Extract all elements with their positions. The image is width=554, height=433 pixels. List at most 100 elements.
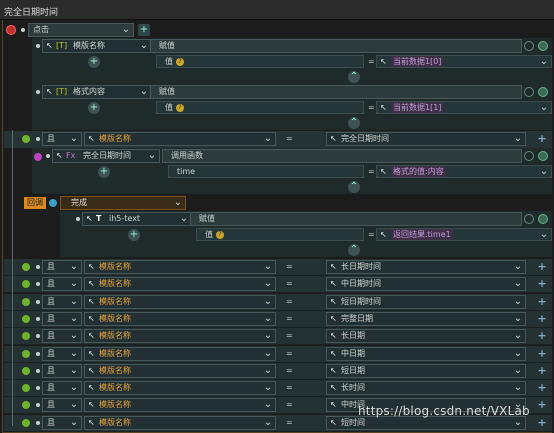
settings-icon[interactable]: [538, 87, 548, 97]
operator-select[interactable]: 且 ⌄: [42, 346, 82, 361]
value-tag: 当前数据1[0]: [391, 56, 444, 67]
value-field[interactable]: ↖ 当前数据1[1] ⌄: [376, 101, 552, 114]
condition-row: 且 ⌄ ↖ 模版名称 ⌄ = ↖ 短日期时间 ⌄ +: [4, 293, 552, 311]
operator-select[interactable]: 且 ⌄: [42, 311, 82, 326]
refresh-icon[interactable]: [524, 214, 534, 224]
collapse-button[interactable]: ⌃: [348, 244, 360, 256]
chevron-down-icon: ⌄: [69, 399, 79, 411]
operator-select[interactable]: 且 ⌄: [42, 294, 82, 309]
pointer-icon: ↖: [330, 279, 337, 289]
value-input[interactable]: ↖ 中日期时间 ⌄: [326, 277, 526, 292]
callback-select[interactable]: 完成 ⌄: [60, 196, 186, 210]
function-select[interactable]: ↖ Fx 完全日期时间 ⌄: [52, 149, 160, 163]
value-input[interactable]: ↖ 短日期 ⌄: [326, 363, 526, 378]
value-input[interactable]: ↖ 中日期 ⌄: [326, 346, 526, 361]
add-function-button[interactable]: +: [98, 166, 110, 178]
add-condition-icon[interactable]: +: [536, 295, 548, 308]
value-field[interactable]: ↖ 返回结果.time1 ⌄: [376, 228, 552, 241]
refresh-icon[interactable]: [524, 87, 534, 97]
chevron-down-icon: ⌄: [139, 86, 149, 97]
settings-icon[interactable]: [538, 214, 548, 224]
add-condition-icon[interactable]: +: [536, 416, 548, 429]
field-select[interactable]: ↖ 模版名称 ⌄: [84, 132, 276, 146]
collapse-button[interactable]: ⌃: [348, 71, 360, 83]
condition-dot: [36, 334, 40, 339]
chevron-down-icon: ⌄: [513, 295, 523, 307]
pointer-icon: ↖: [330, 417, 337, 427]
add-condition-icon[interactable]: +: [536, 364, 548, 377]
chevron-down-icon: ⌄: [513, 278, 523, 290]
refresh-icon[interactable]: [524, 41, 534, 51]
collapse-button[interactable]: ⌃: [348, 181, 360, 193]
add-condition-icon[interactable]: +: [536, 133, 548, 145]
add-target-button[interactable]: +: [88, 102, 100, 114]
value-field[interactable]: ↖ 格式的值:内容 ⌄: [376, 165, 552, 178]
chevron-down-icon: ⌄: [69, 416, 79, 428]
collapse-button[interactable]: ⌃: [348, 117, 360, 129]
field-select[interactable]: ↖ 模版名称 ⌄: [84, 260, 276, 274]
equals-sign: =: [286, 365, 293, 375]
operator-select[interactable]: 且 ⌄: [42, 277, 82, 292]
field-select[interactable]: ↖ 模版名称 ⌄: [84, 381, 276, 396]
add-condition-icon[interactable]: +: [536, 330, 548, 342]
operator-select[interactable]: 且 ⌄: [42, 132, 82, 146]
value-input[interactable]: ↖ 长日期 ⌄: [326, 329, 526, 344]
field-select[interactable]: ↖ 模版名称 ⌄: [84, 311, 276, 326]
condition-node-icon: [22, 349, 30, 358]
target-select[interactable]: ↖ [T] 模版名称 ⌄: [42, 39, 152, 53]
operator-select[interactable]: 且 ⌄: [42, 363, 82, 378]
function-name: 完全日期时间: [83, 151, 131, 160]
action-select[interactable]: 赋值: [150, 39, 522, 53]
add-target-button[interactable]: +: [128, 229, 140, 241]
value-input[interactable]: ↖ 完整日期 ⌄: [326, 311, 526, 326]
operator-select[interactable]: 且 ⌄: [42, 415, 82, 430]
target-select[interactable]: ↖ [T] 格式内容 ⌄: [42, 85, 152, 99]
operator-select[interactable]: 且 ⌄: [42, 329, 82, 344]
add-condition-icon[interactable]: +: [536, 312, 548, 325]
value-input[interactable]: ↖ 完全日期时间 ⌄: [326, 132, 526, 146]
operator-select[interactable]: 且 ⌄: [42, 260, 82, 274]
field-select[interactable]: ↖ 模版名称 ⌄: [84, 346, 276, 361]
condition-row: 且 ⌄ ↖ 模版名称 ⌄ = ↖ 长日期时间 ⌄ +: [4, 259, 552, 276]
value-input[interactable]: ↖ 长时间 ⌄: [326, 381, 526, 396]
field-select[interactable]: ↖ 模版名称 ⌄: [84, 398, 276, 413]
value-label: 短日期: [341, 365, 365, 375]
action-select[interactable]: 赋值: [190, 212, 522, 226]
settings-icon[interactable]: [538, 41, 548, 51]
operator-select[interactable]: 且 ⌄: [42, 381, 82, 396]
add-target-button[interactable]: +: [88, 56, 100, 68]
value-input[interactable]: ↖ 短日期时间 ⌄: [326, 294, 526, 309]
pointer-icon: ↖: [330, 400, 337, 410]
add-condition-icon[interactable]: +: [536, 347, 548, 360]
settings-icon[interactable]: [538, 151, 548, 161]
value-field[interactable]: ↖ 当前数据1[0] ⌄: [376, 55, 552, 68]
add-event-button[interactable]: +: [138, 24, 150, 36]
condition-node-icon: [22, 314, 30, 323]
add-condition-icon[interactable]: +: [536, 399, 548, 411]
chevron-down-icon: ⌄: [263, 382, 273, 394]
field-label: 模版名称: [99, 134, 131, 143]
action-select[interactable]: 赋值: [150, 85, 522, 99]
value-tag: 当前数据1[1]: [391, 102, 444, 113]
value-input[interactable]: ↖ 长日期时间 ⌄: [326, 260, 526, 274]
field-select[interactable]: ↖ 模版名称 ⌄: [84, 415, 276, 430]
add-condition-icon[interactable]: +: [536, 261, 548, 273]
action-select[interactable]: 调用函数: [162, 149, 522, 163]
callback-action-block: ↖ T ih5-text ⌄ + 赋值 值? = ↖ 返回结果.time1 ⌄ …: [60, 211, 552, 257]
event-select[interactable]: 点击 ⌄: [28, 23, 134, 37]
equals-sign: =: [286, 400, 293, 410]
target-select[interactable]: ↖ T ih5-text ⌄: [82, 212, 192, 226]
chevron-down-icon: ⌄: [69, 312, 79, 324]
field-select[interactable]: ↖ 模版名称 ⌄: [84, 277, 276, 292]
condition-dot: [36, 316, 40, 321]
field-select[interactable]: ↖ 模版名称 ⌄: [84, 363, 276, 378]
operator-select[interactable]: 且 ⌄: [42, 398, 82, 413]
field-select[interactable]: ↖ 模版名称 ⌄: [84, 329, 276, 344]
condition-row: 且 ⌄ ↖ 模版名称 ⌄ = ↖ 完整日期 ⌄ +: [4, 310, 552, 328]
field-select[interactable]: ↖ 模版名称 ⌄: [84, 294, 276, 309]
add-condition-icon[interactable]: +: [536, 278, 548, 290]
pointer-icon: ↖: [46, 41, 53, 50]
add-condition-icon[interactable]: +: [536, 382, 548, 394]
refresh-icon[interactable]: [524, 151, 534, 161]
watermark: https://blog.csdn.net/VXLab: [358, 404, 530, 418]
